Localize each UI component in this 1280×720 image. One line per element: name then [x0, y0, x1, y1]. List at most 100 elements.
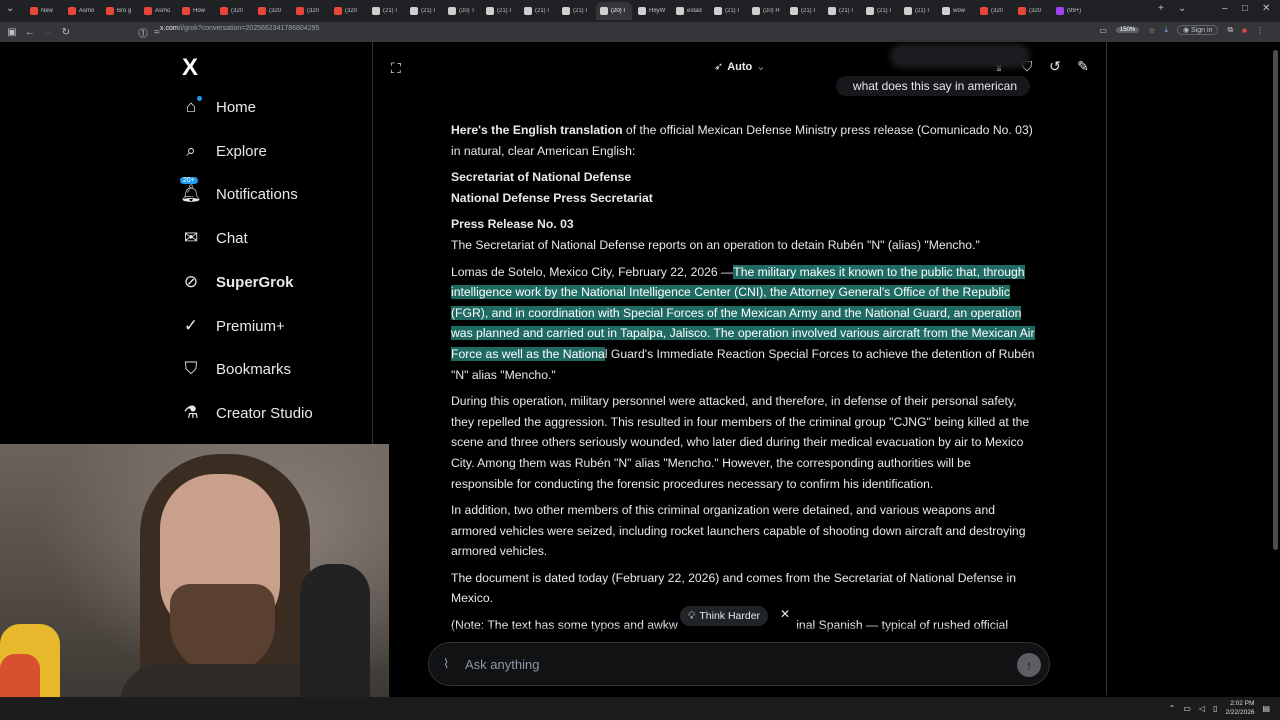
mail-icon: ✉	[183, 228, 199, 247]
maximize-icon[interactable]: □	[1242, 3, 1248, 14]
bookmark-icon: ⛉	[184, 359, 198, 378]
bell-icon: 🔔︎ 20+	[180, 177, 202, 203]
forward-icon[interactable]: →	[39, 27, 57, 38]
browser-tab[interactable]: (99+)	[1052, 2, 1088, 20]
tab-favicon-icon	[980, 7, 988, 15]
browser-tab[interactable]: (21) I	[520, 2, 556, 20]
browser-tab[interactable]: (20) R	[748, 2, 784, 20]
history-icon[interactable]: ↺	[1047, 58, 1063, 75]
new-tab-icon[interactable]: +	[1158, 3, 1164, 14]
sidebar-item-explore[interactable]: ⌕ Explore	[180, 140, 267, 162]
tab-favicon-icon	[106, 7, 114, 15]
browser-tab[interactable]: (320	[976, 2, 1012, 20]
reload-icon[interactable]: ↻	[57, 27, 75, 38]
browser-tab[interactable]: estad	[672, 2, 708, 20]
tab-label: (21) I	[573, 8, 588, 14]
battery-icon[interactable]: ▯	[1213, 704, 1217, 713]
browser-tab[interactable]: Bro g	[102, 2, 138, 20]
scrollbar[interactable]	[1273, 50, 1278, 550]
tab-label: Asmo	[155, 8, 171, 14]
x-logo-icon[interactable]: X	[182, 54, 198, 82]
url-path: /i/grok?conversation=2025662341786804295	[178, 25, 320, 32]
browser-tab[interactable]: wow	[938, 2, 974, 20]
tab-label: (320	[1029, 8, 1042, 14]
browser-tab[interactable]: (20) I	[596, 2, 632, 20]
back-icon[interactable]: ←	[21, 27, 39, 38]
install-icon[interactable]: ▭	[1099, 26, 1107, 35]
zoom-indicator[interactable]: 150%	[1115, 27, 1140, 33]
close-window-icon[interactable]: ✕	[1262, 3, 1270, 14]
profile-icon[interactable]: ■	[1242, 26, 1247, 35]
clock-time: 2:02 PM	[1230, 700, 1255, 707]
url-field[interactable]: x.com/i/grok?conversation=20256623417868…	[160, 25, 319, 32]
search-icon: ⌕	[186, 141, 196, 160]
browser-tab[interactable]: (21) I	[368, 2, 404, 20]
browser-tab[interactable]: Asmo	[140, 2, 176, 20]
browser-tab[interactable]: (20) T	[444, 2, 480, 20]
tab-label: (21) I	[877, 8, 892, 14]
sidebar-toggle-icon[interactable]: ▣	[3, 27, 21, 38]
new-chat-icon[interactable]: ✎	[1075, 58, 1091, 75]
release-summary: The Secretariat of National Defense repo…	[451, 237, 980, 252]
browser-tab[interactable]: Asmo	[64, 2, 100, 20]
attach-icon[interactable]: ⌇	[443, 656, 463, 672]
tab-favicon-icon	[638, 7, 646, 15]
browser-tab[interactable]: How	[178, 2, 214, 20]
browser-tab[interactable]: (21) I	[786, 2, 822, 20]
rocket-icon: ➶	[714, 61, 724, 73]
browser-tab[interactable]: H8yW	[634, 2, 670, 20]
close-icon[interactable]: ✕	[780, 607, 790, 621]
tab-favicon-icon	[486, 7, 494, 15]
browser-tab[interactable]: (21) I	[862, 2, 898, 20]
volume-icon[interactable]: ◁	[1199, 704, 1205, 713]
browser-tab[interactable]: (21) I	[406, 2, 442, 20]
browser-tab[interactable]: (21) I	[558, 2, 594, 20]
minimize-icon[interactable]: –	[1222, 3, 1228, 14]
tab-label: (20) R	[763, 8, 780, 14]
browser-tab[interactable]: New	[26, 2, 62, 20]
sidebar-item-home[interactable]: ⌂ Home	[180, 96, 256, 118]
think-harder-button[interactable]: 💡︎ Think Harder	[680, 606, 769, 626]
sidebar-item-creator-studio[interactable]: ⚗ Creator Studio	[180, 402, 312, 424]
network-icon[interactable]: ▭	[1183, 704, 1191, 713]
model-label: Auto	[727, 60, 753, 73]
ask-input[interactable]	[465, 656, 985, 672]
browser-tab[interactable]: (21) I	[482, 2, 518, 20]
tab-favicon-icon	[144, 7, 152, 15]
tab-list-icon[interactable]: ⌄	[1178, 3, 1186, 14]
star-icon[interactable]: ☆	[1148, 26, 1155, 35]
browser-tab[interactable]: (21) I	[824, 2, 860, 20]
sidebar-item-label: Chat	[216, 229, 248, 247]
browser-tab[interactable]: (320	[292, 2, 328, 20]
browser-tab[interactable]: (21) I	[900, 2, 936, 20]
paragraph-detained: In addition, two other members of this c…	[451, 503, 1026, 559]
clock[interactable]: 2:02 PM 2/22/2026	[1226, 699, 1255, 717]
browser-tab[interactable]: (320	[330, 2, 366, 20]
model-selector[interactable]: ➶ Auto ⌄	[714, 60, 765, 74]
tab-label: New	[41, 8, 54, 14]
browser-tab[interactable]: (320	[216, 2, 252, 20]
download-icon[interactable]: ⤓	[1164, 25, 1168, 35]
tab-label: (20) I	[611, 8, 626, 14]
sidebar-item-bookmarks[interactable]: ⛉ Bookmarks	[180, 358, 291, 380]
extensions-icon[interactable]: ⧉	[1227, 25, 1233, 35]
grok-icon: ⊘	[183, 272, 199, 291]
tab-search-icon[interactable]: ⌄	[6, 3, 14, 14]
send-button[interactable]: ↑	[1017, 653, 1041, 677]
sidebar-item-notifications[interactable]: 🔔︎ 20+ Notifications	[180, 177, 298, 205]
release-number: Press Release No. 03	[451, 217, 574, 232]
browser-tab[interactable]: (320	[1014, 2, 1050, 20]
expand-icon[interactable]: ⛶	[391, 60, 401, 77]
browser-tab[interactable]: (21) I	[710, 2, 746, 20]
browser-tab[interactable]: (320	[254, 2, 290, 20]
tab-favicon-icon	[220, 7, 228, 15]
sidebar-item-label: Premium+	[216, 317, 285, 335]
tab-favicon-icon	[524, 7, 532, 15]
menu-icon[interactable]: ⋮	[1256, 26, 1264, 35]
notification-center-icon[interactable]: ▤	[1262, 704, 1270, 713]
sidebar-item-premium[interactable]: ✓ Premium+	[180, 315, 285, 337]
sign-in-button[interactable]: ◉ Sign in	[1176, 25, 1219, 35]
sidebar-item-supergrok[interactable]: ⊘ SuperGrok	[180, 271, 294, 293]
tray-expand-icon[interactable]: ⌃	[1169, 704, 1176, 713]
sidebar-item-chat[interactable]: ✉ Chat	[180, 227, 248, 249]
